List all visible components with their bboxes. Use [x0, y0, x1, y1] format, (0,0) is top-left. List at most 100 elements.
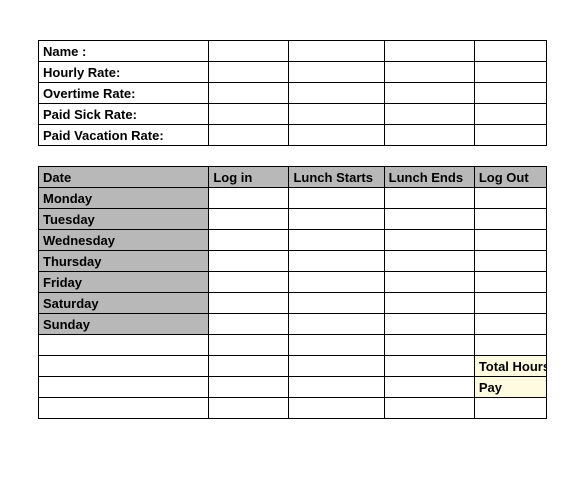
cell[interactable] [474, 104, 546, 125]
cell-lunch-start[interactable] [289, 209, 384, 230]
cell-lunch-end[interactable] [384, 272, 474, 293]
label-pay: Pay [474, 377, 546, 398]
cell[interactable] [209, 41, 289, 62]
cell[interactable] [384, 335, 474, 356]
cell-lunch-start[interactable] [289, 188, 384, 209]
row-monday: Monday [39, 188, 547, 209]
cell-login[interactable] [209, 272, 289, 293]
spacer [384, 146, 474, 167]
cell[interactable] [289, 398, 384, 419]
cell-logout[interactable] [474, 230, 546, 251]
cell[interactable] [474, 398, 546, 419]
day-label: Tuesday [39, 209, 209, 230]
cell[interactable] [209, 62, 289, 83]
cell[interactable] [474, 125, 546, 146]
cell[interactable] [209, 83, 289, 104]
spacer [289, 146, 384, 167]
cell-lunch-end[interactable] [384, 293, 474, 314]
day-label: Monday [39, 188, 209, 209]
cell-lunch-start[interactable] [289, 293, 384, 314]
cell[interactable] [289, 335, 384, 356]
timesheet-table: Name : Hourly Rate: Overtime Rate: Paid … [38, 40, 547, 419]
day-label: Sunday [39, 314, 209, 335]
header-login: Log in [209, 167, 289, 188]
cell-logout[interactable] [474, 293, 546, 314]
row-header: Date Log in Lunch Starts Lunch Ends Log … [39, 167, 547, 188]
label-overtime-rate: Overtime Rate: [39, 83, 209, 104]
row-hourly-rate: Hourly Rate: [39, 62, 547, 83]
cell[interactable] [209, 356, 289, 377]
cell[interactable] [474, 83, 546, 104]
cell[interactable] [289, 104, 384, 125]
cell[interactable] [474, 62, 546, 83]
cell[interactable] [39, 335, 209, 356]
cell-login[interactable] [209, 251, 289, 272]
label-paid-sick-rate: Paid Sick Rate: [39, 104, 209, 125]
cell-lunch-start[interactable] [289, 272, 384, 293]
row-blank [39, 335, 547, 356]
label-paid-vacation-rate: Paid Vacation Rate: [39, 125, 209, 146]
cell[interactable] [289, 356, 384, 377]
cell-lunch-end[interactable] [384, 188, 474, 209]
row-tuesday: Tuesday [39, 209, 547, 230]
cell-lunch-end[interactable] [384, 209, 474, 230]
cell[interactable] [39, 377, 209, 398]
row-blank [39, 398, 547, 419]
row-paid-vacation-rate: Paid Vacation Rate: [39, 125, 547, 146]
row-pay: Pay [39, 377, 547, 398]
spacer [39, 146, 209, 167]
cell-login[interactable] [209, 209, 289, 230]
cell-lunch-end[interactable] [384, 230, 474, 251]
cell[interactable] [384, 41, 474, 62]
row-saturday: Saturday [39, 293, 547, 314]
cell-lunch-start[interactable] [289, 314, 384, 335]
header-lunch-start: Lunch Starts [289, 167, 384, 188]
cell[interactable] [209, 335, 289, 356]
spacer [209, 146, 289, 167]
cell[interactable] [384, 62, 474, 83]
cell[interactable] [209, 377, 289, 398]
cell[interactable] [289, 377, 384, 398]
cell-login[interactable] [209, 188, 289, 209]
cell[interactable] [289, 62, 384, 83]
cell[interactable] [39, 398, 209, 419]
row-thursday: Thursday [39, 251, 547, 272]
row-name: Name : [39, 41, 547, 62]
cell[interactable] [289, 41, 384, 62]
cell-lunch-end[interactable] [384, 314, 474, 335]
cell-login[interactable] [209, 314, 289, 335]
cell-login[interactable] [209, 293, 289, 314]
cell-lunch-end[interactable] [384, 251, 474, 272]
label-total-hours: Total Hours [474, 356, 546, 377]
day-label: Wednesday [39, 230, 209, 251]
cell[interactable] [384, 356, 474, 377]
cell[interactable] [209, 104, 289, 125]
cell-login[interactable] [209, 230, 289, 251]
label-hourly-rate: Hourly Rate: [39, 62, 209, 83]
cell[interactable] [384, 398, 474, 419]
cell[interactable] [384, 83, 474, 104]
cell[interactable] [474, 41, 546, 62]
cell[interactable] [384, 104, 474, 125]
cell[interactable] [384, 125, 474, 146]
spacer [474, 146, 546, 167]
cell-lunch-start[interactable] [289, 251, 384, 272]
cell-logout[interactable] [474, 314, 546, 335]
row-sunday: Sunday [39, 314, 547, 335]
cell[interactable] [209, 125, 289, 146]
label-name: Name : [39, 41, 209, 62]
cell[interactable] [384, 377, 474, 398]
timesheet: Name : Hourly Rate: Overtime Rate: Paid … [0, 0, 585, 419]
day-label: Saturday [39, 293, 209, 314]
cell-logout[interactable] [474, 272, 546, 293]
cell-logout[interactable] [474, 209, 546, 230]
cell-lunch-start[interactable] [289, 230, 384, 251]
cell-logout[interactable] [474, 251, 546, 272]
cell[interactable] [474, 335, 546, 356]
cell[interactable] [289, 125, 384, 146]
cell[interactable] [209, 398, 289, 419]
cell[interactable] [39, 356, 209, 377]
row-friday: Friday [39, 272, 547, 293]
cell-logout[interactable] [474, 188, 546, 209]
cell[interactable] [289, 83, 384, 104]
